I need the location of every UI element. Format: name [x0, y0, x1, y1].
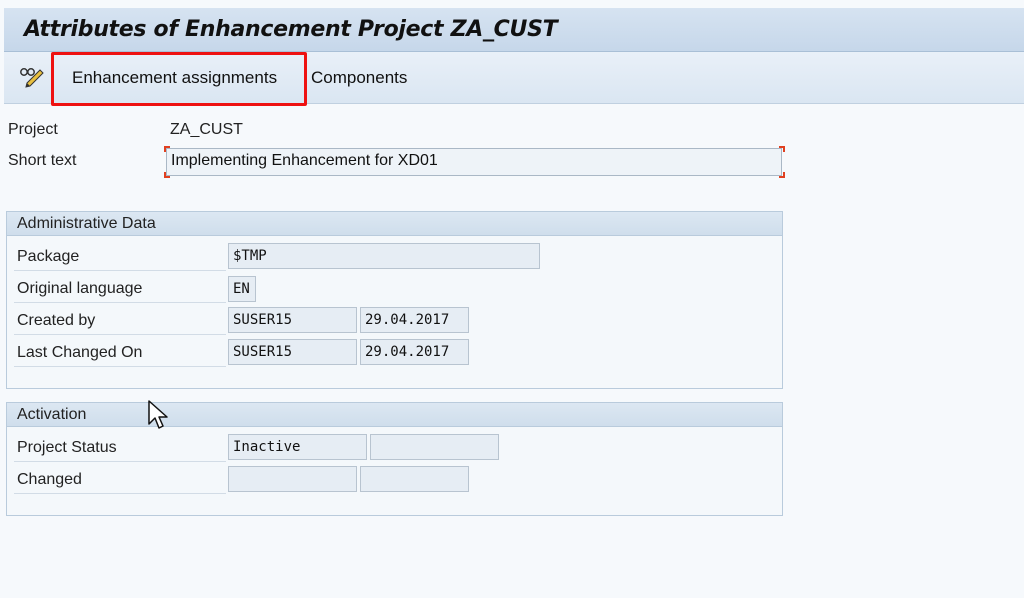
last-changed-user-field[interactable]: SUSER15 [228, 339, 357, 365]
project-value: ZA_CUST [170, 121, 243, 138]
original-language-field[interactable]: EN [228, 276, 256, 302]
project-status-label: Project Status [17, 439, 117, 456]
row-divider [14, 493, 226, 494]
page-title: Attributes of Enhancement Project ZA_CUS… [24, 17, 558, 42]
original-language-label: Original language [17, 280, 143, 297]
row-divider [14, 334, 226, 335]
mouse-cursor-icon [148, 400, 168, 429]
activation-title: Activation [7, 403, 782, 427]
administrative-data-title: Administrative Data [7, 212, 782, 236]
short-text-input[interactable]: Implementing Enhancement for XD01 [166, 148, 782, 176]
last-changed-date-field[interactable]: 29.04.2017 [360, 339, 469, 365]
required-marker [779, 172, 785, 178]
created-by-label: Created by [17, 312, 96, 329]
required-marker [164, 172, 170, 178]
components-button[interactable]: Components [311, 66, 407, 90]
application-toolbar: Enhancement assignments Components [4, 52, 1024, 106]
row-divider [14, 366, 226, 367]
changed-label: Changed [17, 471, 82, 488]
created-by-user-field[interactable]: SUSER15 [228, 307, 357, 333]
last-changed-label: Last Changed On [17, 344, 143, 361]
project-label: Project [8, 121, 58, 138]
row-divider [14, 302, 226, 303]
short-text-label: Short text [8, 152, 77, 169]
row-divider [14, 461, 226, 462]
row-divider [14, 270, 226, 271]
changed-date-field[interactable] [360, 466, 469, 492]
package-label: Package [17, 248, 80, 265]
required-marker [779, 146, 785, 152]
changed-user-field[interactable] [228, 466, 357, 492]
created-by-date-field[interactable]: 29.04.2017 [360, 307, 469, 333]
package-field[interactable]: $TMP [228, 243, 540, 269]
enhancement-assignments-button[interactable]: Enhancement assignments [72, 66, 277, 90]
required-marker [164, 146, 170, 152]
pencil-glasses-icon[interactable] [18, 66, 44, 88]
project-status-extra-field[interactable] [370, 434, 499, 460]
title-bar: Attributes of Enhancement Project ZA_CUS… [4, 8, 1024, 52]
project-status-field[interactable]: Inactive [228, 434, 367, 460]
